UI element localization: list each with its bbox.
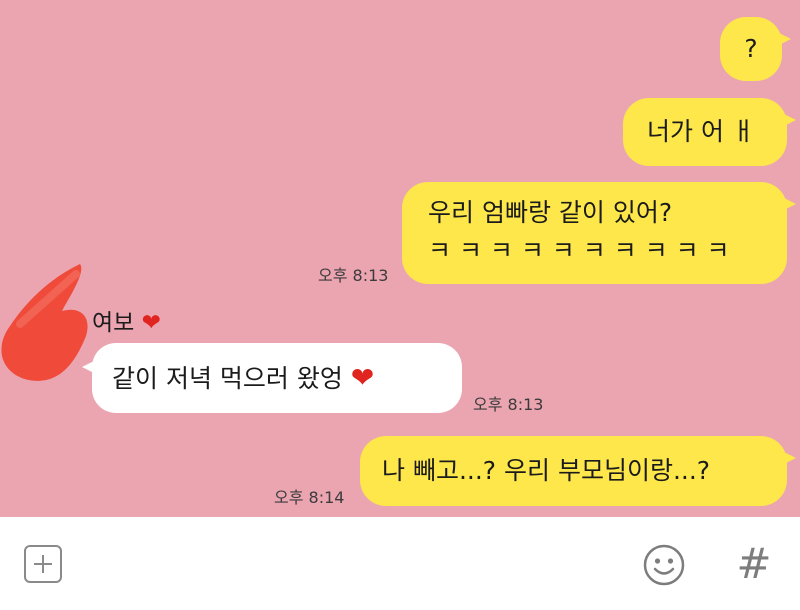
chat-area[interactable]: ? 너가 어 ㅐ 우리 엄빠랑 같이 있어? ㅋ ㅋ ㅋ ㅋ ㅋ ㅋ ㅋ ㅋ ㅋ… <box>0 0 800 517</box>
message-text: 나 빼고...? 우리 부모님이랑...? <box>382 456 711 485</box>
avatar[interactable] <box>0 256 92 386</box>
sender-name: 여보 ❤ <box>92 310 161 336</box>
hashtag-button[interactable]: # <box>734 539 774 589</box>
message-text: 우리 엄빠랑 같이 있어? <box>428 198 673 227</box>
message-text: ? <box>744 34 758 63</box>
message-text: 너가 어 ㅐ <box>647 117 755 146</box>
my-message-bubble[interactable]: ? <box>720 17 791 81</box>
my-message-bubble[interactable]: 너가 어 ㅐ <box>623 98 796 166</box>
my-message-bubble[interactable]: 나 빼고...? 우리 부모님이랑...? <box>360 436 796 506</box>
plus-square-icon[interactable] <box>24 545 62 583</box>
my-message-bubble[interactable]: 우리 엄빠랑 같이 있어? ㅋ ㅋ ㅋ ㅋ ㅋ ㅋ ㅋ ㅋ ㅋ ㅋ <box>402 182 796 284</box>
their-message-bubble[interactable]: 같이 저녁 먹으러 왔엉 ❤ <box>82 343 462 413</box>
message-timestamp: 오후 8:13 <box>318 266 389 285</box>
heart-icon: ❤ <box>141 310 161 336</box>
input-toolbar: # <box>0 517 800 610</box>
message-timestamp: 오후 8:13 <box>473 395 544 414</box>
smiley-icon[interactable] <box>642 543 686 587</box>
message-timestamp: 오후 8:14 <box>274 488 345 507</box>
message-text: ㅋ ㅋ ㅋ ㅋ ㅋ ㅋ ㅋ ㅋ ㅋ ㅋ <box>428 236 730 265</box>
heart-icon: ❤ <box>350 361 375 394</box>
message-text: 같이 저녁 먹으러 왔엉 <box>112 364 343 393</box>
